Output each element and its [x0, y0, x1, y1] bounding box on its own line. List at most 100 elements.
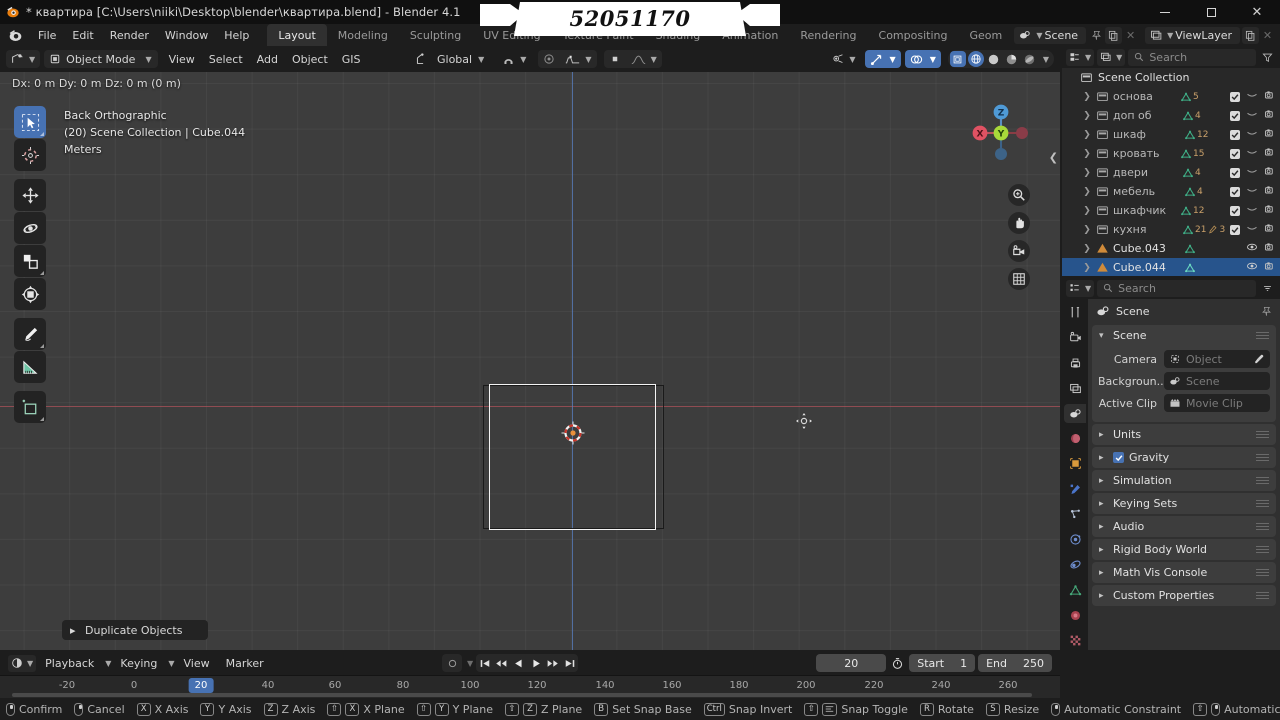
viewport-menu-select[interactable]: Select — [202, 51, 250, 68]
exclude-checkbox[interactable] — [1230, 205, 1240, 216]
disclosure-chevron-right-icon[interactable]: ❯ — [1080, 111, 1094, 121]
navigation-gizmo[interactable]: Z X Y — [964, 96, 1038, 170]
viewlayer-selector[interactable]: ▼ ViewLayer — [1145, 26, 1240, 44]
rotate-tool[interactable] — [14, 212, 46, 244]
outliner-row-7[interactable]: ❯ кухня 21 3 — [1062, 220, 1280, 239]
hide-in-viewport-icon[interactable] — [1246, 127, 1258, 142]
disable-in-renders-icon[interactable] — [1264, 146, 1276, 161]
snap-controls[interactable]: ▼ — [497, 50, 531, 68]
toggle-orthographic-icon[interactable] — [1008, 268, 1030, 290]
scene-selector[interactable]: ▼ Scene — [1014, 26, 1087, 44]
sidebar-expand-icon[interactable]: ❮ — [1049, 151, 1058, 164]
editor-type-icon[interactable]: ▼ — [6, 50, 40, 68]
object-mode-selector[interactable]: Object Mode ▼ — [44, 50, 158, 68]
menu-file[interactable]: File — [30, 27, 64, 44]
operator-panel[interactable]: ▸ Duplicate Objects — [62, 620, 208, 640]
exclude-checkbox[interactable] — [1230, 167, 1240, 178]
solid-shading-icon[interactable] — [986, 51, 1002, 67]
properties-section-rigid-body-world[interactable]: ▸ Rigid Body World — [1092, 539, 1276, 560]
scene-panel[interactable]: ▾ Scene Camera Object Backgroun... Scene… — [1092, 325, 1276, 422]
new-viewlayer-icon[interactable] — [1242, 26, 1259, 44]
scene-tab[interactable] — [1064, 403, 1086, 424]
hide-in-viewport-icon[interactable] — [1246, 184, 1258, 199]
add-cube-tool[interactable] — [14, 391, 46, 423]
active-clip-field[interactable]: Movie Clip — [1164, 394, 1270, 412]
physics-tab[interactable] — [1064, 530, 1086, 549]
object-tab[interactable] — [1064, 454, 1086, 473]
object-visibility-icon[interactable]: ▼ — [825, 50, 860, 68]
timeline-scrollbar[interactable] — [12, 693, 1032, 697]
exclude-checkbox[interactable] — [1230, 224, 1240, 235]
disclosure-chevron-right-icon[interactable]: ❯ — [1080, 225, 1094, 235]
disclosure-chevron-right-icon[interactable]: ❯ — [1080, 206, 1094, 216]
properties-section-custom-properties[interactable]: ▸ Custom Properties — [1092, 585, 1276, 606]
hide-in-viewport-icon[interactable] — [1246, 165, 1258, 180]
disable-in-renders-icon[interactable] — [1264, 260, 1276, 275]
menu-edit[interactable]: Edit — [64, 27, 101, 44]
disable-in-renders-icon[interactable] — [1264, 127, 1276, 142]
timeline-editor[interactable]: ▼ Playback ▼ Keying ▼ View Marker ▼ 20 S… — [0, 651, 1060, 698]
outliner-row-8[interactable]: ❯ Cube.043 — [1062, 239, 1280, 258]
outliner-filter-icon[interactable] — [1259, 49, 1276, 66]
disable-in-renders-icon[interactable] — [1264, 108, 1276, 123]
play-reverse-button[interactable] — [510, 654, 527, 672]
outliner-editor-type[interactable]: ▼ — [1066, 48, 1095, 66]
material-tab[interactable] — [1064, 606, 1086, 625]
viewport-menu-gis[interactable]: GIS — [335, 51, 368, 68]
pin-scene-icon[interactable] — [1088, 27, 1105, 44]
close-button[interactable]: ✕ — [1234, 0, 1280, 24]
outliner-row-6[interactable]: ❯ шкафчик 12 — [1062, 201, 1280, 220]
tab-geometry-nodes[interactable]: Geom — [958, 24, 1013, 46]
disclosure-chevron-right-icon[interactable]: ❯ — [1080, 263, 1094, 273]
selected-cube[interactable] — [489, 384, 656, 530]
hide-in-viewport-icon[interactable] — [1246, 108, 1258, 123]
hide-in-viewport-icon[interactable] — [1246, 146, 1258, 161]
timeline-menu-keying[interactable]: Keying — [113, 655, 164, 672]
remove-scene-icon[interactable]: ✕ — [1122, 27, 1139, 44]
snap-magnet-icon[interactable]: ▼ — [497, 50, 531, 68]
3d-viewport[interactable]: ▼ Object Mode ▼ View Select Add Object G… — [0, 46, 1060, 650]
texture-tab[interactable] — [1064, 631, 1086, 650]
properties-section-math-vis-console[interactable]: ▸ Math Vis Console — [1092, 562, 1276, 583]
blender-menu-icon[interactable] — [0, 28, 30, 43]
outliner-tree[interactable]: Scene Collection ❯ основа 5 ❯ доп об 4 ❯ шкаф 12… — [1062, 68, 1280, 276]
outliner-row-9[interactable]: ❯ Cube.044 — [1062, 258, 1280, 276]
particles-tab[interactable] — [1064, 505, 1086, 524]
prev-keyframe-button[interactable] — [493, 654, 510, 672]
modifier-tab[interactable] — [1064, 480, 1086, 499]
disable-in-renders-icon[interactable] — [1264, 241, 1276, 256]
play-button[interactable] — [527, 654, 544, 672]
start-frame-field[interactable]: Start 1 — [909, 654, 976, 672]
hide-in-viewport-icon[interactable] — [1246, 241, 1258, 256]
disclosure-chevron-right-icon[interactable]: ❯ — [1080, 149, 1094, 159]
hide-in-viewport-icon[interactable] — [1246, 203, 1258, 218]
menu-window[interactable]: Window — [157, 27, 216, 44]
proportional-size-icon[interactable]: ▼ — [560, 50, 596, 68]
timeline-editor-type[interactable]: ▼ — [8, 654, 37, 672]
outliner-row-0[interactable]: ❯ основа 5 — [1062, 87, 1280, 106]
timeline-menu-view[interactable]: View — [177, 655, 217, 672]
outliner-scene-collection-row[interactable]: Scene Collection — [1062, 68, 1280, 87]
tab-rendering[interactable]: Rendering — [789, 24, 867, 46]
exclude-checkbox[interactable] — [1230, 91, 1240, 102]
xray-toggle-icon[interactable] — [949, 51, 966, 67]
data-tab[interactable] — [1064, 580, 1086, 599]
outliner-display-mode[interactable]: ▼ — [1097, 48, 1126, 66]
camera-field[interactable]: Object — [1164, 350, 1270, 368]
tab-compositing[interactable]: Compositing — [868, 24, 959, 46]
transform-tool[interactable] — [14, 278, 46, 310]
timeline-menu-marker[interactable]: Marker — [219, 655, 271, 672]
disable-in-renders-icon[interactable] — [1264, 184, 1276, 199]
viewport-canvas[interactable] — [0, 72, 1060, 650]
maximize-button[interactable] — [1188, 0, 1234, 24]
scene-panel-header[interactable]: ▾ Scene — [1092, 325, 1276, 346]
camera-view-icon[interactable] — [1008, 240, 1030, 262]
outliner-editor[interactable]: ▼ ▼ Search Scene Collection ❯ основа 5 ❯ доп… — [1062, 46, 1280, 276]
proportional-edit-controls[interactable]: ▼ — [538, 50, 597, 68]
timeline-playhead[interactable]: 20 — [188, 678, 214, 693]
viewport-menu-view[interactable]: View — [162, 51, 202, 68]
material-preview-icon[interactable] — [1004, 51, 1020, 67]
select-box-tool[interactable] — [14, 106, 46, 138]
visibility-selector[interactable]: ▼ — [825, 50, 860, 68]
tab-layout[interactable]: Layout — [267, 24, 327, 46]
